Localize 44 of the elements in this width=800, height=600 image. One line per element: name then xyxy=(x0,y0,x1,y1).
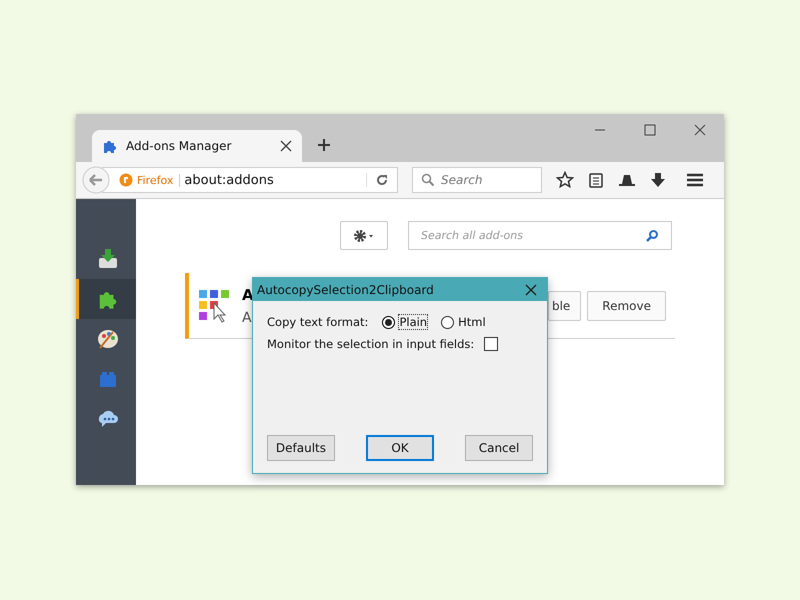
star-icon[interactable] xyxy=(556,171,574,189)
addon-button[interactable]: Remove xyxy=(587,290,666,320)
palette-icon xyxy=(96,328,118,350)
reading-list-icon[interactable] xyxy=(588,172,604,188)
addon-description: A xyxy=(242,310,252,326)
tab-title: Add-ons Manager xyxy=(126,139,232,153)
dialog-button[interactable]: OK xyxy=(366,435,434,461)
url-text: about:addons xyxy=(184,172,275,188)
close-tab-icon[interactable] xyxy=(280,140,292,152)
maximize-icon[interactable] xyxy=(644,124,656,136)
dialog-button[interactable]: Cancel xyxy=(465,435,534,461)
addon-button[interactable]: ble xyxy=(548,290,582,320)
radio-button[interactable] xyxy=(441,316,454,328)
menu-icon[interactable] xyxy=(686,172,704,188)
colored-squares-icon xyxy=(198,288,232,322)
dialog-title: AutocopySelection2Clipboard xyxy=(257,282,434,296)
radio-option[interactable]: Plain xyxy=(382,315,428,329)
new-tab-icon[interactable] xyxy=(317,138,331,152)
hat-icon[interactable] xyxy=(618,173,636,187)
fox-icon xyxy=(119,173,133,187)
radio-button[interactable] xyxy=(382,316,396,328)
monitor-label: Monitor the selection in input fields: xyxy=(267,337,474,351)
gear-icon xyxy=(353,228,375,242)
search-placeholder: Search all add-ons xyxy=(421,229,523,242)
puzzle-icon xyxy=(102,138,118,154)
browser-tab[interactable]: Add-ons Manager xyxy=(92,130,302,162)
search-icon xyxy=(645,228,659,242)
close-icon[interactable] xyxy=(525,284,537,296)
download-icon[interactable] xyxy=(650,172,666,188)
download-tray-icon xyxy=(96,248,118,270)
close-icon[interactable] xyxy=(694,124,706,136)
address-bar[interactable]: Firefox about:addons xyxy=(102,167,398,193)
tools-menu-button[interactable] xyxy=(340,221,388,250)
addon-name: A xyxy=(242,286,254,304)
identity-label: Firefox xyxy=(137,174,180,186)
back-button[interactable] xyxy=(82,166,110,194)
format-label: Copy text format: xyxy=(267,315,368,329)
search-icon xyxy=(421,173,435,187)
radio-option[interactable]: Html xyxy=(441,315,486,329)
search-field[interactable]: Search xyxy=(412,167,542,193)
search-placeholder: Search xyxy=(441,173,482,187)
checkbox[interactable] xyxy=(484,337,498,351)
dialog-button[interactable]: Defaults xyxy=(267,435,335,461)
sidebar-item[interactable] xyxy=(76,279,136,319)
